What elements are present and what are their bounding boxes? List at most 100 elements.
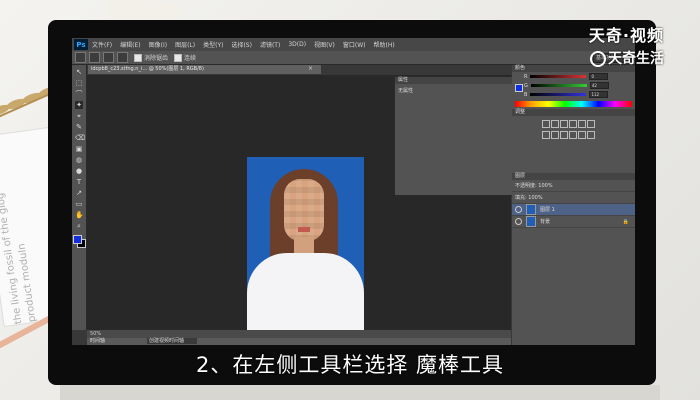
type-tool-icon[interactable]: T [75,178,83,186]
antialias-label: 消除锯齿 [144,55,169,62]
vibrance-adjust-icon[interactable] [578,120,586,128]
menu-help[interactable]: 帮助(H) [374,40,395,49]
color-row-g: G 42 [512,81,635,90]
color-r-slider[interactable] [530,75,587,78]
path-select-tool-icon[interactable]: ↗ [75,189,83,197]
exposure-adjust-icon[interactable] [569,120,577,128]
notebook-text: the living fossil of the glog product mo… [0,191,39,325]
color-r-label: R [524,73,528,80]
color-g-slider[interactable] [530,84,587,87]
zoom-tool-icon[interactable]: ⌕ [75,222,83,230]
color-spectrum[interactable] [515,101,632,107]
document-tab[interactable]: idcpb8_c23.stfng.n_i... @ 50%(图层 1, RGB/… [88,65,321,74]
photo-neck [294,237,314,253]
adjustments-grid [512,116,635,143]
layers-opacity-row: 不透明度: 100% [512,180,635,192]
color-b-label: B [524,91,528,98]
invert-adjust-icon[interactable] [578,131,586,139]
hand-tool-icon[interactable]: ✋ [75,211,84,219]
layer-thumbnail [526,204,536,215]
status-bar: 50% [87,330,511,338]
eraser-tool-icon[interactable]: ⌫ [75,134,85,142]
antialias-checkbox[interactable] [134,53,142,62]
layers-panel-title: 图层 [512,173,635,180]
threshold-adjust-icon[interactable] [587,131,595,139]
menu-view[interactable]: 视图(V) [314,40,335,49]
curves-adjust-icon[interactable] [560,120,568,128]
dodge-tool-icon[interactable]: ● [75,167,83,175]
menu-window[interactable]: 窗口(W) [343,40,366,49]
layer-name: 背景 [540,219,551,225]
menu-image[interactable]: 图像(I) [149,40,167,49]
contiguous-checkbox[interactable] [174,53,183,62]
properties-panel: 属性 无属性 [394,76,513,196]
layer-name: 图层 1 [540,207,555,213]
channel-mixer-adjust-icon[interactable] [569,131,577,139]
color-b-value[interactable]: 112 [589,91,609,98]
layers-fill[interactable]: 填充: 100% [515,194,543,201]
add-selection-button[interactable] [103,52,114,63]
crop-tool-icon[interactable]: ⌖ [75,112,83,120]
color-g-label: G [524,82,528,89]
lasso-tool-icon[interactable]: ⌒ [75,90,83,98]
gradient-tool-icon[interactable]: ▣ [75,145,83,153]
magic-wand-tool-icon[interactable]: ✦ [75,101,83,109]
levels-adjust-icon[interactable] [551,120,559,128]
right-panels: 颜色 R 0 G 42 B 112 调整 图层 不透明度: 100% 填充: 1… [512,65,635,345]
subtitle-caption: 2、在左侧工具栏选择 魔棒工具 [195,353,505,377]
photo-mouth [298,227,310,232]
id-photo[interactable] [247,157,364,333]
brush-tool-icon[interactable]: ✎ [75,123,83,131]
subtract-selection-button[interactable] [117,52,128,63]
color-panel-foreground-swatch[interactable] [515,84,523,92]
menu-edit[interactable]: 编辑(E) [120,40,140,49]
menu-type[interactable]: 类型(Y) [203,40,223,49]
tool-preset-button[interactable] [75,52,86,63]
eye-icon[interactable] [515,218,522,225]
color-swatches[interactable] [73,235,86,248]
hue-adjust-icon[interactable] [587,120,595,128]
properties-panel-body: 无属性 [398,88,414,94]
layers-opacity[interactable]: 不透明度: 100% [515,182,553,189]
color-b-slider[interactable] [530,93,587,96]
color-balance-adjust-icon[interactable] [542,131,550,139]
lock-icon: 🔒 [622,218,629,225]
eye-icon[interactable] [515,206,522,213]
timeline-panel: 时间轴 创建视频时间轴 [87,338,511,345]
color-r-value[interactable]: 0 [589,73,609,80]
menu-file[interactable]: 文件(F) [92,40,112,49]
menu-bar: Ps 文件(F) 编辑(E) 图像(I) 图层(L) 类型(Y) 选择(S) 滤… [72,38,635,51]
menu-layer[interactable]: 图层(L) [175,40,195,49]
watermark-subtitle: 天奇生活 [589,48,664,68]
watermark-title: 天奇·视频 [588,26,664,45]
layer-row-background[interactable]: 背景 🔒 [512,216,635,228]
layer-thumbnail [526,216,536,227]
contiguous-label: 连续 [184,55,197,62]
color-row-r: R 0 [512,72,635,81]
tools-panel: ↖ ⬚ ⌒ ✦ ⌖ ✎ ⌫ ▣ ◍ ● T ↗ ▭ ✋ ⌕ [72,65,87,330]
menu-select[interactable]: 选择(S) [231,40,252,49]
timeline-label: 时间轴 [90,338,106,344]
close-tab-icon[interactable]: × [308,65,313,72]
marquee-tool-icon[interactable]: ⬚ [75,79,83,87]
layers-fill-row: 填充: 100% [512,192,635,204]
shape-tool-icon[interactable]: ▭ [75,200,83,208]
layer-row-layer1[interactable]: 图层 1 [512,204,635,216]
foreground-color-swatch[interactable] [73,235,82,244]
photoshop-window: Ps 文件(F) 编辑(E) 图像(I) 图层(L) 类型(Y) 选择(S) 滤… [72,38,635,345]
create-video-timeline-button[interactable]: 创建视频时间轴 [147,338,197,344]
blur-tool-icon[interactable]: ◍ [75,156,83,164]
color-g-value[interactable]: 42 [589,82,609,89]
color-panel: R 0 G 42 B 112 [512,72,635,107]
move-tool-icon[interactable]: ↖ [75,68,83,76]
photo-filter-adjust-icon[interactable] [560,131,568,139]
menu-filter[interactable]: 滤镜(T) [260,40,280,49]
color-row-b: B 112 [512,90,635,99]
watermark-logo-icon [590,51,606,67]
new-selection-button[interactable] [89,52,100,63]
menu-3d[interactable]: 3D(D) [288,41,306,48]
brightness-adjust-icon[interactable] [542,120,550,128]
bw-adjust-icon[interactable] [551,131,559,139]
monitor-stand [60,385,660,400]
options-bar: 消除锯齿 连续 基本功能 [72,51,635,65]
